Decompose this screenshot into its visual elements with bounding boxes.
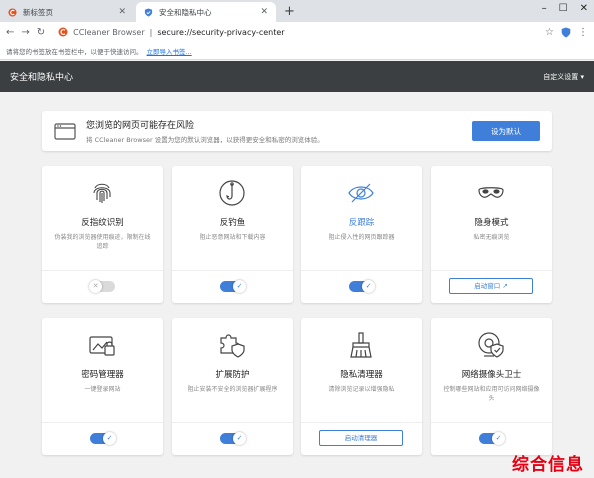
close-icon[interactable]: ✕ [118,7,126,17]
close-window-icon[interactable]: ✕ [580,3,588,14]
back-arrow-icon[interactable]: ← [6,27,14,38]
card-description: 清除浏览记录以增强隐私 [328,386,395,393]
set-default-button[interactable]: 设为默认 [472,121,540,141]
anti-fingerprint-toggle[interactable]: ✕ [89,280,115,293]
card-title: 反跟踪 [348,218,375,228]
divider [431,422,552,423]
new-tab-plus-icon[interactable]: + [284,4,295,19]
password-manager-toggle[interactable]: ✓ [90,432,116,445]
divider [301,422,422,423]
bookmark-bar: 请将您的书签放在书签栏中，以便于快速访问。 立即导入书签... [0,42,594,60]
tab-new-tab[interactable]: 新标签页 ✕ [0,2,134,22]
button-label: 启动窗口 [474,282,501,290]
toggle-knob: ✓ [103,432,116,445]
address-bar[interactable]: CCleaner Browser | secure://security-pri… [52,24,554,40]
banner-title: 您浏览的网页可能存在风险 [86,121,195,131]
tab-security-center[interactable]: 安全和隐私中心 ✕ [136,2,276,22]
eye-slash-icon [348,183,374,203]
card-webcam-guard: 网络摄像头卫士 控制哪些网站和应用可访问网络摄像头 ✓ [431,318,552,455]
anti-phishing-toggle[interactable]: ✓ [220,280,246,293]
toggle-knob: ✓ [492,432,505,445]
window-controls: – ☐ ✕ [542,3,588,14]
puzzle-shield-icon [220,334,245,358]
close-icon[interactable]: ✕ [260,7,268,17]
url-text: secure://security-privacy-center [157,27,285,37]
browser-window-icon [54,122,76,140]
card-title: 网络摄像头卫士 [461,370,522,380]
customize-settings-menu[interactable]: 自定义设置 ▾ [543,72,584,82]
ccleaner-icon [58,27,68,37]
divider [431,270,552,271]
toggle-knob: ✕ [89,280,102,293]
broom-icon [350,332,372,358]
banner-subtitle: 将 CCleaner Browser 设置为您的默认浏览器，以获得更安全和私密的… [86,136,324,144]
card-title: 密码管理器 [81,370,124,380]
default-browser-banner: 您浏览的网页可能存在风险 将 CCleaner Browser 设置为您的默认浏… [42,111,552,151]
card-title: 反钓鱼 [219,218,246,228]
card-description: 控制哪些网站和应用可访问网络摄像头 [443,386,540,402]
minimize-icon[interactable]: – [542,3,547,14]
card-anti-fingerprint: 反指纹识别 伪装我的浏览器使用痕迹，限制在线追踪 ✕ [42,166,163,303]
password-lock-icon [89,336,115,356]
maximize-icon[interactable]: ☐ [559,3,568,14]
external-link-icon: ↗ [502,282,508,290]
bookmark-prompt: 请将您的书签放在书签栏中，以便于快速访问。 [6,47,143,56]
tab-strip: 新标签页 ✕ 安全和隐私中心 ✕ + – ☐ ✕ [0,0,594,22]
card-password-manager: 密码管理器 一键登录网站 ✓ [42,318,163,455]
launch-incognito-button[interactable]: 启动窗口 ↗ [449,278,533,294]
tab-title: 新标签页 [23,7,53,17]
card-anti-tracking: 反跟踪 阻止侵入性的网页跟踪器 ✓ [301,166,422,303]
divider [301,270,422,271]
card-title: 隐身模式 [474,218,509,228]
site-name: CCleaner Browser [73,27,145,37]
import-bookmarks-link[interactable]: 立即导入书签... [147,46,192,56]
mask-icon [478,187,504,198]
card-description: 阻止安装不安全的浏览器扩展程序 [187,386,278,393]
card-title: 扩展防护 [215,370,250,380]
card-description: 一键登录网站 [84,386,121,393]
divider [42,270,163,271]
watermark-text: 综合信息 [512,455,584,475]
card-title: 隐私清理器 [340,370,383,380]
browser-toolbar: ← → ↻ CCleaner Browser | secure://securi… [0,22,594,42]
card-description: 伪装我的浏览器使用痕迹，限制在线追踪 [54,234,151,250]
divider [172,422,293,423]
bookmark-star-icon[interactable]: ☆ [545,27,554,38]
webcam-shield-icon [478,332,504,358]
card-description: 阻止恶意网站和下载内容 [199,234,266,241]
card-anti-phishing: 反钓鱼 阻止恶意网站和下载内容 ✓ [172,166,293,303]
fishhook-icon [219,180,245,206]
card-description: 私密无痕浏览 [473,234,510,241]
page-header: 安全和隐私中心 自定义设置 ▾ [0,61,594,92]
shield-icon [144,7,153,17]
toggle-knob: ✓ [233,432,246,445]
card-privacy-cleaner: 隐私清理器 清除浏览记录以增强隐私 启动清理器 [301,318,422,455]
divider [172,270,293,271]
card-incognito: 隐身模式 私密无痕浏览 启动窗口 ↗ [431,166,552,303]
url-separator: | [149,27,153,37]
card-description: 阻止侵入性的网页跟踪器 [328,234,395,241]
page-title: 安全和隐私中心 [10,73,74,83]
reload-icon[interactable]: ↻ [37,27,45,38]
ccleaner-icon [8,7,17,17]
fingerprint-icon [93,183,111,203]
security-shield-icon[interactable] [561,27,571,38]
toggle-knob: ✓ [233,280,246,293]
menu-dots-icon[interactable]: ⋮ [578,27,588,38]
card-title: 反指纹识别 [81,218,124,228]
divider [42,422,163,423]
card-extension-guard: 扩展防护 阻止安装不安全的浏览器扩展程序 ✓ [172,318,293,455]
launch-cleaner-button[interactable]: 启动清理器 [319,430,403,446]
anti-tracking-toggle[interactable]: ✓ [349,280,375,293]
extension-guard-toggle[interactable]: ✓ [220,432,246,445]
toggle-knob: ✓ [362,280,375,293]
forward-arrow-icon[interactable]: → [21,27,29,38]
tab-title: 安全和隐私中心 [159,7,212,17]
webcam-guard-toggle[interactable]: ✓ [479,432,505,445]
